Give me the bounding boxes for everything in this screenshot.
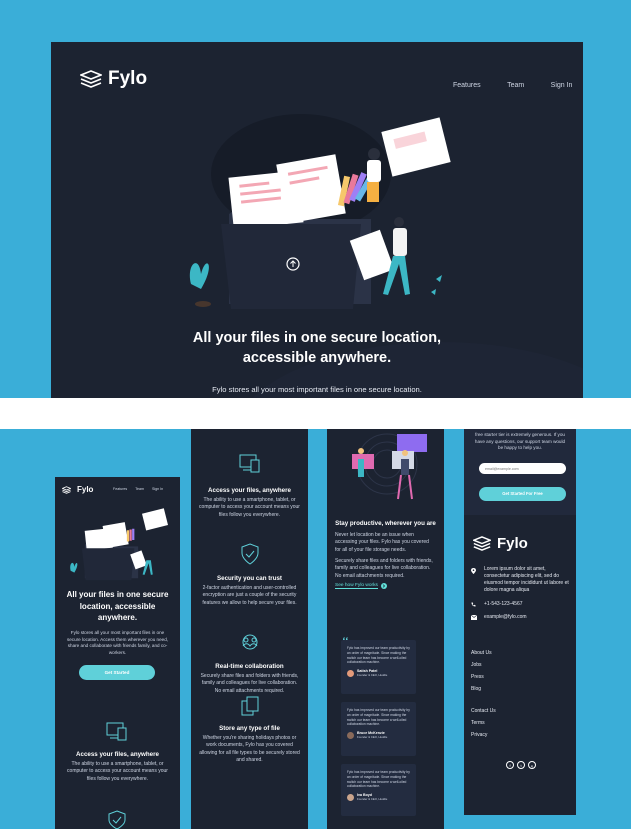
fylo-logo-icon — [62, 485, 71, 494]
fylo-logo-icon — [473, 536, 491, 551]
avatar-2 — [347, 731, 354, 739]
mobile-hero-illustration — [70, 508, 169, 581]
testimonial-role-3: Founder & CEO, Huddle — [357, 797, 388, 802]
nav-team-link[interactable]: Team — [507, 82, 524, 89]
footer-social: f t ig — [506, 761, 536, 769]
page-background: { "brand": "Fylo", "nav": {"features": "… — [0, 0, 631, 829]
hero-title: All your files in one secure location, a… — [51, 328, 583, 368]
productive-link-text: See how Fylo works — [335, 583, 378, 589]
footer-link-about[interactable]: About Us — [471, 647, 492, 659]
mobile-nav: Features Team Sign In — [113, 487, 163, 491]
desktop-hero-section: Fylo Features Team Sign In All your file… — [51, 42, 583, 398]
footer-address: Lorem ipsum dolor sit amet, consectetur … — [484, 566, 569, 593]
footer-link-press[interactable]: Press — [471, 671, 492, 683]
instagram-icon[interactable]: ig — [528, 761, 536, 769]
feature-title-4: Store any type of file — [219, 725, 280, 732]
desktop-logo[interactable]: Fylo — [80, 68, 147, 90]
feature-title-2: Security you can trust — [217, 575, 282, 582]
nav-features-link[interactable]: Features — [453, 82, 481, 89]
mobile-logo-text: Fylo — [77, 485, 94, 494]
footer-link-jobs[interactable]: Jobs — [471, 659, 492, 671]
location-icon — [471, 568, 476, 574]
feature-title-3: Real-time collaboration — [215, 663, 284, 670]
collaboration-icon — [242, 634, 258, 650]
testimonial-role-1: Founder & CEO, Huddle — [357, 673, 388, 678]
footer-section: Fylo Lorem ipsum dolor sit amet, consect… — [464, 515, 576, 815]
shield-icon — [108, 810, 126, 829]
productive-paragraph-2: Securely share files and folders with fr… — [335, 558, 433, 579]
nav-signin-link[interactable]: Sign In — [551, 82, 573, 89]
productive-link[interactable]: See how Fylo works — [335, 583, 387, 589]
mobile-panel-features: Access your files, anywhere The ability … — [191, 429, 308, 829]
mobile-feature-desc-1: The ability to use a smartphone, tablet,… — [67, 761, 168, 782]
testimonial-role-2: Founder & CEO, Huddle — [357, 735, 388, 740]
feature-title-1: Access your files, anywhere — [208, 487, 291, 494]
signup-button[interactable]: Get Started For Free — [479, 487, 566, 501]
footer-link-blog[interactable]: Blog — [471, 683, 492, 695]
footer-link-contact[interactable]: Contact Us — [471, 705, 496, 717]
footer-link-privacy[interactable]: Privacy — [471, 729, 496, 741]
files-icon — [241, 696, 259, 716]
hero-description: Fylo stores all your most important file… — [212, 385, 422, 394]
phone-icon — [471, 602, 476, 607]
facebook-icon[interactable]: f — [506, 761, 514, 769]
testimonial-card-3: Fylo has improved our team productivity … — [341, 764, 416, 816]
mobile-panel-hero: Fylo Features Team Sign In All your file… — [55, 477, 180, 829]
mobile-hero-desc: Fylo stores all your most important file… — [66, 630, 169, 655]
testimonial-card-2: Fylo has improved our team productivity … — [341, 702, 416, 756]
arrow-circle-icon — [380, 583, 387, 589]
mobile-hero-title: All your files in one secure location, a… — [66, 590, 169, 622]
testimonial-text-3: Fylo has improved our team productivity … — [347, 770, 410, 789]
signup-email-input[interactable] — [479, 463, 566, 474]
section-divider — [0, 398, 631, 429]
mobile-nav-team[interactable]: Team — [135, 487, 144, 491]
devices-icon — [239, 454, 260, 473]
desktop-logo-text: Fylo — [108, 68, 148, 89]
devices-icon — [106, 722, 127, 741]
productive-title: Stay productive, wherever you are — [335, 520, 436, 527]
feature-desc-2: 2-factor authentication and user-control… — [202, 585, 297, 606]
feature-desc-4: Whether you're sharing holidays photos o… — [199, 735, 300, 763]
signup-section: free starter tier is extremely generous.… — [464, 429, 576, 515]
mobile-nav-features[interactable]: Features — [113, 487, 127, 491]
email-icon — [471, 615, 477, 620]
feature-desc-1: The ability to use a smartphone, tablet,… — [199, 497, 300, 518]
desktop-nav: Features Team Sign In — [431, 74, 572, 92]
fylo-logo-icon — [80, 70, 102, 88]
mobile-get-started-button[interactable]: Get Started — [79, 665, 155, 680]
productive-illustration — [352, 433, 427, 500]
signup-text: free starter tier is extremely generous.… — [474, 432, 566, 451]
shield-icon — [241, 543, 259, 565]
footer-links-group-1: About Us Jobs Press Blog — [471, 647, 492, 695]
twitter-icon[interactable]: t — [517, 761, 525, 769]
productive-paragraph-1: Never let location be an issue when acce… — [335, 532, 429, 553]
footer-phone: +1-543-123-4567 — [484, 601, 523, 607]
hero-illustration — [189, 114, 451, 309]
footer-logo[interactable]: Fylo — [473, 535, 528, 552]
footer-links-group-2: Contact Us Terms Privacy — [471, 705, 496, 741]
testimonial-card-1: Fylo has improved our team productivity … — [341, 640, 416, 694]
footer-logo-text: Fylo — [497, 535, 528, 552]
testimonial-text-2: Fylo has improved our team productivity … — [347, 708, 410, 727]
avatar-3 — [347, 793, 354, 801]
testimonial-text-1: Fylo has improved our team productivity … — [347, 646, 410, 665]
mobile-nav-signin[interactable]: Sign In — [152, 487, 163, 491]
mobile-feature-title-1: Access your files, anywhere — [76, 751, 159, 758]
hero-title-line2: accessible anywhere. — [242, 350, 392, 366]
hero-title-line1: All your files in one secure location, — [192, 330, 442, 346]
footer-link-terms[interactable]: Terms — [471, 717, 496, 729]
avatar-1 — [347, 669, 354, 677]
footer-email: example@fylo.com — [484, 614, 527, 620]
mobile-logo[interactable]: Fylo — [62, 485, 93, 494]
feature-desc-3: Securely share files and folders with fr… — [200, 673, 299, 694]
